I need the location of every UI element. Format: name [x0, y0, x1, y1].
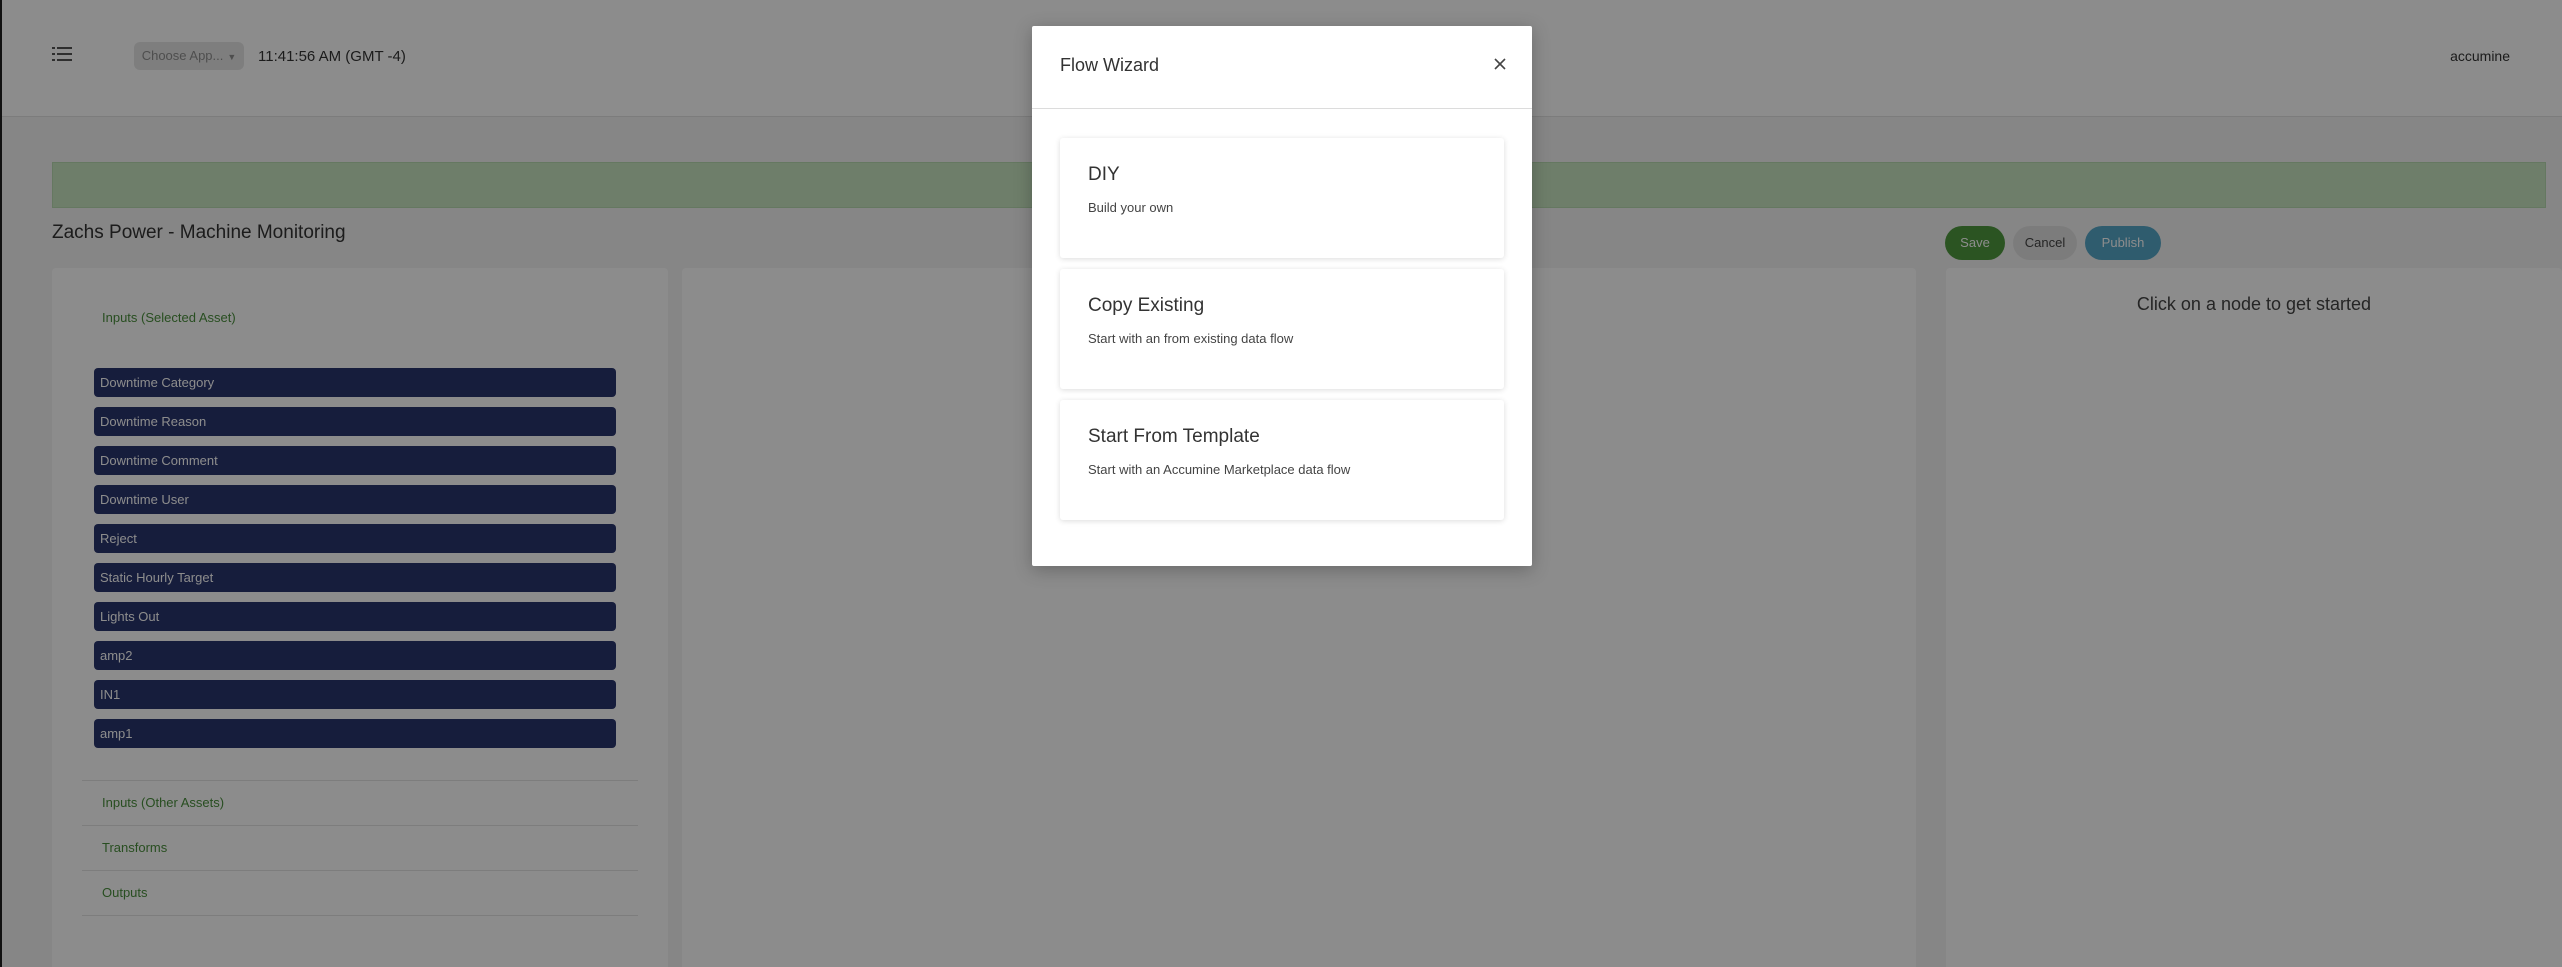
option-title: Start From Template	[1088, 426, 1260, 447]
flow-wizard-modal: Flow Wizard DIY Build your own Copy Exis…	[1032, 26, 1532, 566]
flow-editor-page: Choose App... ▼ 11:41:56 AM (GMT -4) accu…	[0, 0, 2562, 967]
modal-header: Flow Wizard	[1032, 26, 1532, 109]
option-title: Copy Existing	[1088, 295, 1205, 316]
option-description: Build your own	[1088, 200, 1174, 215]
wizard-option-start-from-template[interactable]: Start From Template Start with an Accumi…	[1060, 400, 1504, 520]
option-description: Start with an from existing data flow	[1088, 331, 1294, 346]
wizard-option-diy[interactable]: DIY Build your own	[1060, 138, 1504, 258]
option-title: DIY	[1088, 164, 1120, 185]
close-icon[interactable]	[1492, 56, 1508, 72]
window-edge	[0, 0, 2, 967]
modal-title: Flow Wizard	[1060, 55, 1160, 75]
wizard-option-copy-existing[interactable]: Copy Existing Start with an from existin…	[1060, 269, 1504, 389]
option-description: Start with an Accumine Marketplace data …	[1088, 462, 1351, 477]
